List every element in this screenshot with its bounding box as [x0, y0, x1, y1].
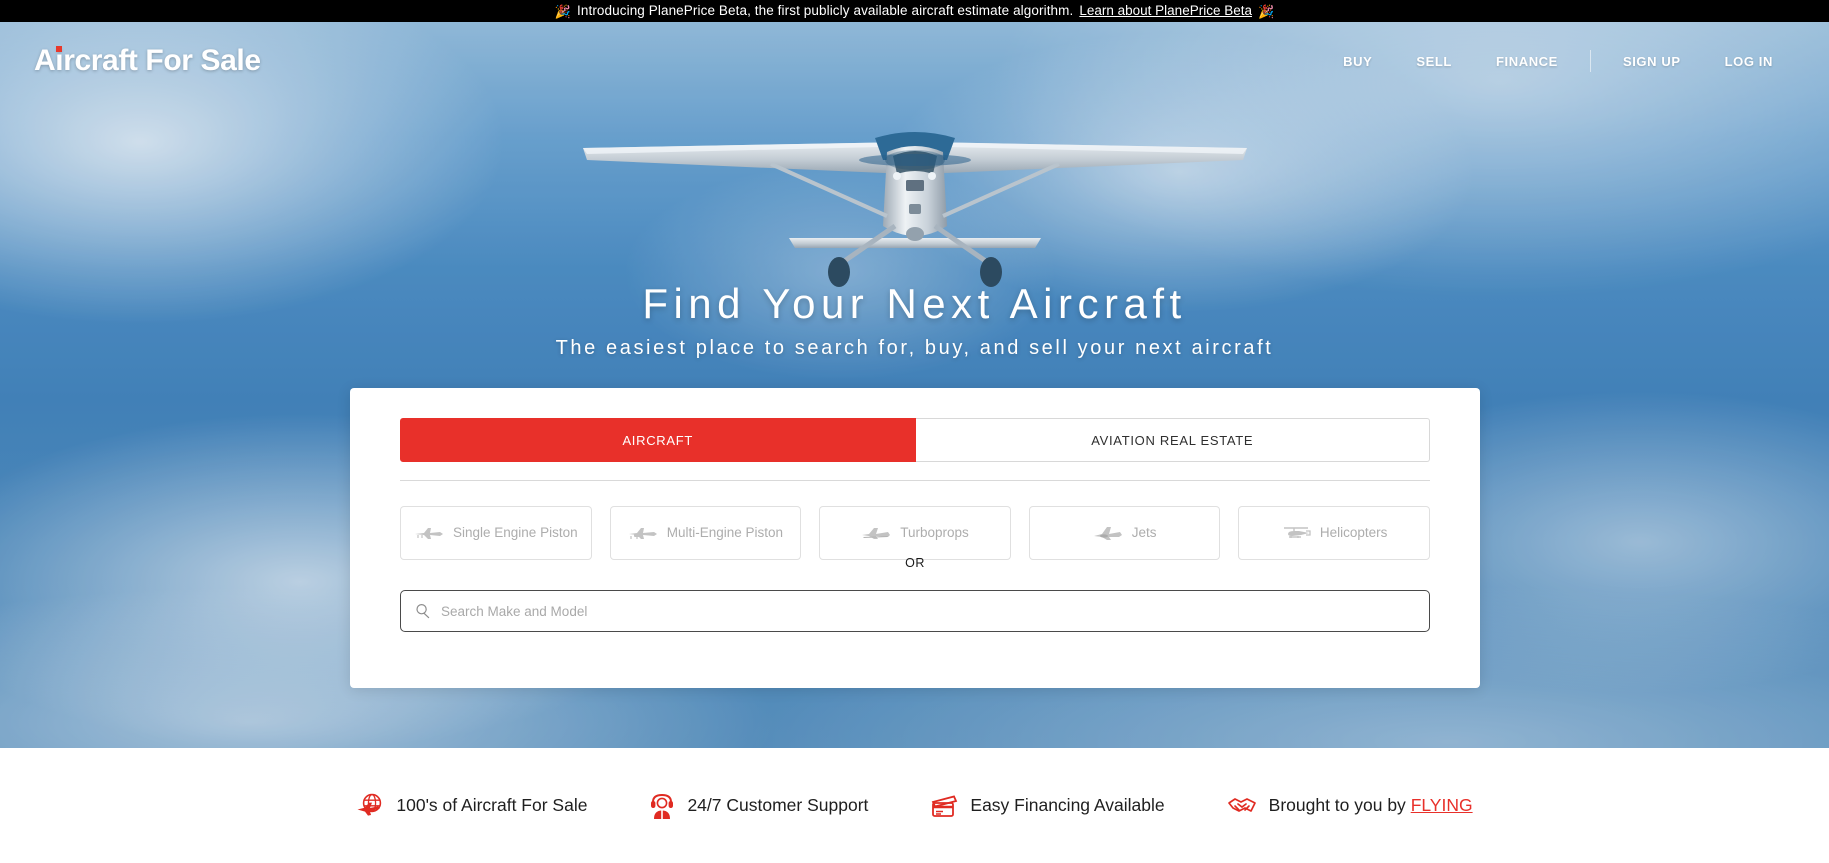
tab-aviation-real-estate[interactable]: AVIATION REAL ESTATE: [915, 418, 1430, 462]
category-jets[interactable]: Jets: [1028, 506, 1221, 560]
nav-item-finance[interactable]: FINANCE: [1474, 54, 1580, 69]
feature-brought-to-you-by: Brought to you by FLYING: [1227, 794, 1473, 818]
feature-label: Easy Financing Available: [970, 795, 1165, 815]
airplane-photo: [582, 132, 1247, 287]
credit-card-icon: [932, 794, 958, 817]
search-tabs: AIRCRAFT AVIATION REAL ESTATE: [400, 418, 1430, 462]
search-input[interactable]: Search Make and Model: [400, 590, 1430, 632]
flying-link[interactable]: FLYING: [1411, 795, 1473, 815]
globe-plane-icon: [357, 793, 382, 816]
nav-divider: [1589, 50, 1591, 72]
category-helicopters[interactable]: Helicopters: [1238, 506, 1430, 560]
features-strip: 100's of Aircraft For Sale 24/7 Customer…: [0, 748, 1829, 863]
feature-label: 24/7 Customer Support: [687, 795, 869, 815]
card-divider: [400, 480, 1430, 481]
page-root: 🎉 Introducing PlanePrice Beta, the first…: [0, 0, 1829, 863]
party-popper-icon-right: 🎉: [1257, 3, 1275, 19]
logo-accent-dot: [56, 46, 62, 52]
site-logo[interactable]: Aircraft For Sale: [34, 44, 261, 78]
or-separator-label: OR: [905, 556, 925, 570]
turboprop-icon: [862, 528, 891, 539]
announcement-bar: 🎉 Introducing PlanePrice Beta, the first…: [0, 0, 1829, 22]
nav-item-buy[interactable]: BUY: [1321, 54, 1394, 69]
category-multi-engine-piston[interactable]: Multi-Engine Piston: [609, 506, 802, 560]
announcement-link[interactable]: Learn about PlanePrice Beta: [1079, 4, 1252, 18]
site-logo-text: Aircraft For Sale: [34, 44, 261, 77]
nav-item-sign-up[interactable]: SIGN UP: [1601, 54, 1703, 69]
feature-label: Brought to you by FLYING: [1269, 795, 1473, 816]
helicopter-icon: [1283, 527, 1311, 538]
nav-item-log-in[interactable]: LOG IN: [1703, 54, 1795, 69]
category-buttons: Single Engine Piston Multi-Engine Piston…: [400, 506, 1430, 560]
tab-aircraft[interactable]: AIRCRAFT: [400, 418, 916, 462]
page-title: Find Your Next Aircraft: [642, 280, 1187, 327]
multi-engine-piston-icon: [628, 528, 657, 539]
nav-item-sell[interactable]: SELL: [1394, 54, 1474, 69]
category-turboprops[interactable]: Turboprops: [819, 506, 1011, 560]
category-label: Single Engine Piston: [453, 525, 578, 541]
search-input-placeholder: Search Make and Model: [441, 603, 588, 619]
feature-label: 100's of Aircraft For Sale: [396, 795, 588, 815]
feature-financing: Easy Financing Available: [930, 793, 1165, 819]
support-agent-icon: [651, 793, 674, 819]
category-label: Turboprops: [900, 525, 969, 541]
main-navigation: BUY SELL FINANCE SIGN UP LOG IN: [1321, 50, 1795, 72]
feature-label-prefix: Brought to you by: [1268, 795, 1411, 815]
search-card: AIRCRAFT AVIATION REAL ESTATE Single Eng…: [350, 388, 1480, 688]
feature-customer-support: 24/7 Customer Support: [649, 792, 868, 820]
announcement-message: Introducing PlanePrice Beta, the first p…: [577, 3, 1074, 19]
jet-icon: [1093, 527, 1122, 540]
category-label: Helicopters: [1319, 525, 1388, 541]
search-icon: [416, 603, 430, 619]
page-subtitle: The easiest place to search for, buy, an…: [555, 337, 1274, 359]
single-engine-piston-icon: [415, 528, 443, 539]
feature-aircraft-count: 100's of Aircraft For Sale: [356, 792, 587, 820]
handshake-icon: [1227, 797, 1256, 812]
party-popper-icon-left: 🎉: [554, 3, 572, 19]
category-single-engine-piston[interactable]: Single Engine Piston: [400, 506, 592, 560]
category-label: Jets: [1131, 525, 1157, 541]
category-label: Multi-Engine Piston: [666, 525, 784, 541]
